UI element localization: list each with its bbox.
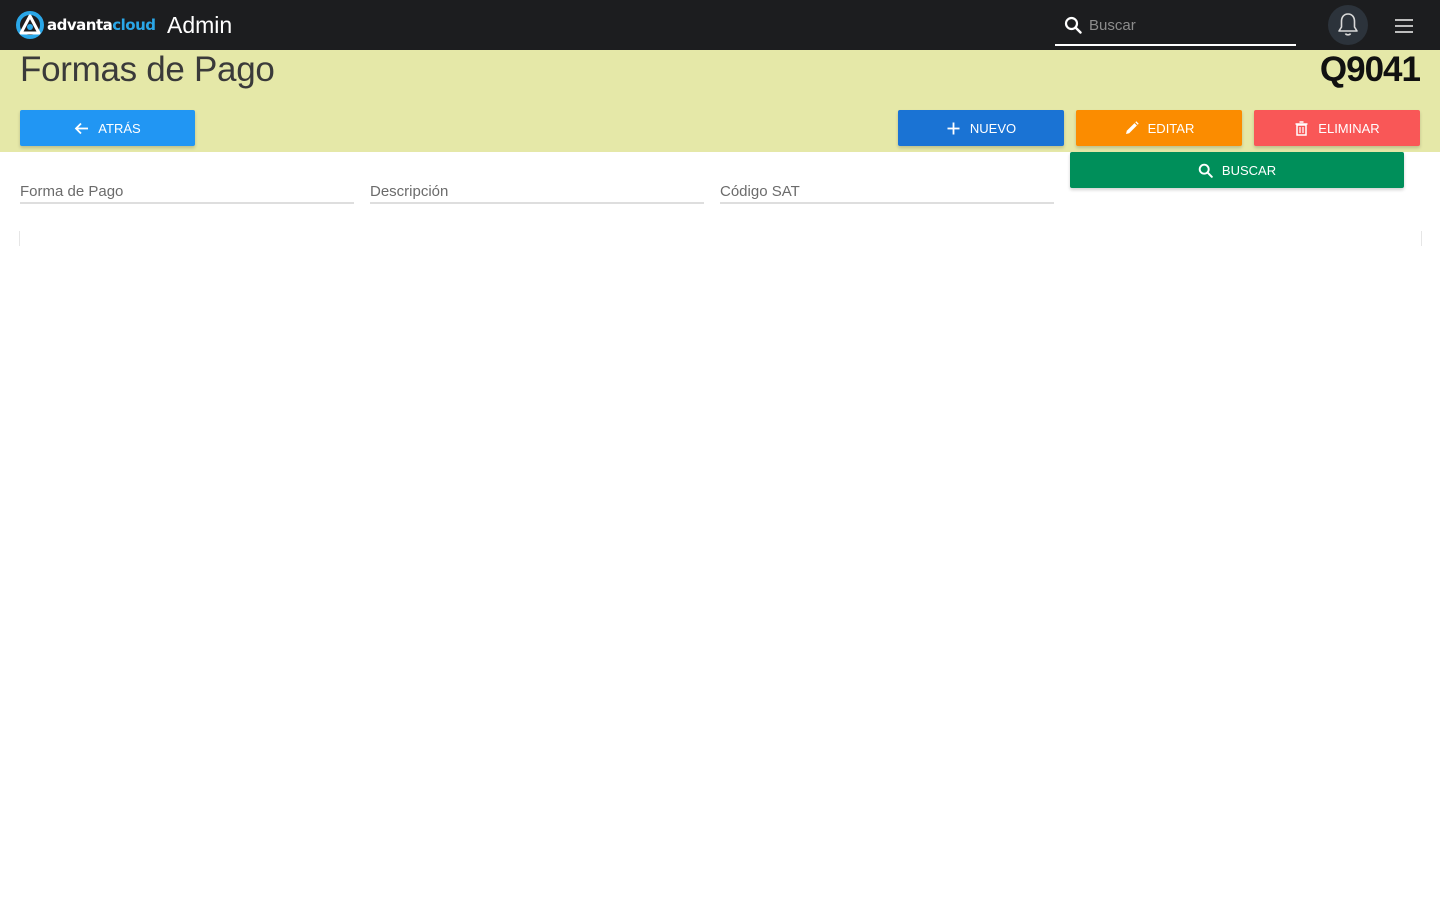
page-header: Formas de Pago Q9041 ATRÁS NUEVO EDITAR bbox=[0, 50, 1440, 152]
edit-button[interactable]: EDITAR bbox=[1076, 110, 1242, 146]
delete-button-label: ELIMINAR bbox=[1318, 120, 1380, 136]
delete-button[interactable]: ELIMINAR bbox=[1254, 110, 1420, 146]
app-title: Admin bbox=[167, 12, 233, 38]
company-code: Q9041 bbox=[1319, 50, 1421, 89]
trash-icon bbox=[1295, 120, 1308, 136]
main-menu-button[interactable] bbox=[1392, 14, 1416, 38]
new-button-label: NUEVO bbox=[969, 120, 1017, 136]
search-button-label: BUSCAR bbox=[1221, 162, 1277, 178]
bell-icon bbox=[1338, 13, 1358, 36]
pencil-icon bbox=[1125, 120, 1139, 134]
logo-wordmark: advantacloud bbox=[47, 16, 156, 34]
description-filter bbox=[370, 176, 704, 204]
payment-method-input[interactable] bbox=[20, 180, 354, 202]
notifications-button[interactable] bbox=[1328, 5, 1368, 45]
arrow-left-icon bbox=[75, 122, 89, 134]
back-button[interactable]: ATRÁS bbox=[20, 110, 195, 146]
top-navigation-bar: advantacloud Admin bbox=[0, 0, 1440, 50]
logo-text-accent: cloud bbox=[112, 16, 156, 34]
description-input[interactable] bbox=[370, 180, 704, 202]
search-button[interactable]: BUSCAR bbox=[1070, 152, 1404, 188]
new-button[interactable]: NUEVO bbox=[898, 110, 1064, 146]
plus-icon bbox=[947, 122, 960, 134]
page-title: Formas de Pago bbox=[20, 50, 275, 89]
advantacloud-logo-icon bbox=[16, 11, 44, 39]
search-icon bbox=[1064, 16, 1082, 34]
payment-method-filter bbox=[20, 176, 354, 204]
advantacloud-logo[interactable]: advantacloud bbox=[15, 11, 156, 39]
logo-text-primary: advanta bbox=[47, 16, 113, 34]
hamburger-menu-icon bbox=[1395, 19, 1413, 33]
sat-code-filter bbox=[720, 176, 1054, 204]
search-icon bbox=[1198, 163, 1213, 178]
global-search bbox=[1055, 8, 1296, 46]
global-search-input[interactable] bbox=[1087, 12, 1287, 38]
results-table bbox=[19, 231, 1422, 246]
back-button-label: ATRÁS bbox=[98, 120, 141, 136]
sat-code-input[interactable] bbox=[720, 180, 1054, 202]
edit-button-label: EDITAR bbox=[1147, 120, 1195, 136]
